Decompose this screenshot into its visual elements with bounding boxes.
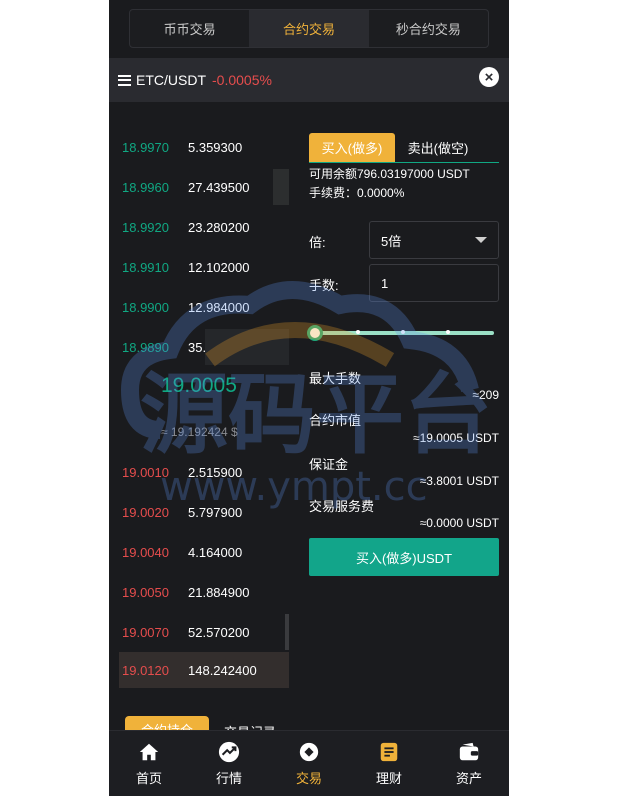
- orderbook-amount: 4.164000: [188, 544, 243, 560]
- contract-value-label: 合约市值: [309, 413, 362, 428]
- orderbook-row[interactable]: 19.0040 4.164000: [119, 534, 289, 570]
- quantity-input[interactable]: 1: [369, 264, 499, 302]
- margin-label: 保证金: [309, 457, 349, 472]
- orderbook-row[interactable]: 18.9910 12.102000: [119, 249, 289, 285]
- nav-finance[interactable]: 理财: [349, 731, 429, 796]
- max-quantity-value: ≈209: [472, 388, 499, 402]
- buy-long-button[interactable]: 买入(做多)USDT: [309, 538, 499, 576]
- document-icon: [380, 742, 398, 762]
- orderbook-price: 18.9900: [122, 299, 169, 315]
- orderbook-row[interactable]: 18.9900 12.984000: [119, 289, 289, 325]
- leverage-label: 倍:: [309, 235, 326, 250]
- orderbook-price: 18.9890: [122, 339, 169, 355]
- bottom-nav: 首页 行情 交易 理财 资产: [109, 730, 509, 796]
- nav-label: 理财: [375, 771, 402, 786]
- orderbook-amount: 12.102000: [188, 259, 250, 275]
- slider-stop[interactable]: [356, 330, 360, 334]
- tab-sell-short[interactable]: 卖出(做空): [395, 133, 481, 162]
- last-price: 19.0005: [161, 374, 237, 397]
- orderbook-row[interactable]: 19.0010 2.515900: [119, 454, 289, 490]
- orderbook-row[interactable]: 18.9960 27.439500: [119, 169, 289, 205]
- slider-stop[interactable]: [446, 330, 450, 334]
- pair-name[interactable]: ETC/USDT: [136, 72, 206, 88]
- pair-change: -0.0005%: [212, 72, 272, 88]
- orderbook-price: 18.9960: [122, 179, 169, 195]
- orderbook-amount: 5.797900: [188, 504, 243, 520]
- side-tabs: 买入(做多) 卖出(做空): [309, 133, 499, 163]
- service-fee-label: 交易服务费: [309, 499, 375, 514]
- orderbook-price: 19.0040: [122, 544, 169, 560]
- nav-home[interactable]: 首页: [109, 731, 189, 796]
- orderbook-amount: 148.242400: [188, 662, 257, 678]
- orderbook-price: 19.0050: [122, 584, 169, 600]
- orderbook-amount: 12.984000: [188, 299, 250, 315]
- orderbook-row[interactable]: 19.0050 21.884900: [119, 574, 289, 610]
- orderbook-amount: 5.359300: [188, 139, 243, 155]
- tab-spot[interactable]: 币币交易: [130, 10, 249, 47]
- orderbook-price: 19.0070: [122, 624, 169, 640]
- depth-bar: [273, 169, 289, 205]
- usd-price: ≈ 19.192424 $: [161, 425, 238, 439]
- slider-stop[interactable]: [401, 330, 405, 334]
- quantity-label: 手数:: [309, 278, 339, 293]
- orderbook-price: 18.9970: [122, 139, 169, 155]
- trend-chart-icon: [218, 741, 240, 763]
- depth-bar: [205, 329, 289, 365]
- nav-label: 资产: [455, 771, 482, 786]
- nav-market[interactable]: 行情: [189, 731, 269, 796]
- nav-assets[interactable]: 资产: [429, 731, 509, 796]
- app-screen: 币币交易 合约交易 秒合约交易 ETC/USDT -0.0005% × 18.9…: [109, 0, 509, 796]
- trade-type-tabs: 币币交易 合约交易 秒合约交易: [129, 9, 489, 48]
- close-icon[interactable]: ×: [479, 67, 499, 87]
- tab-contract[interactable]: 合约交易: [249, 10, 369, 47]
- nav-trade[interactable]: 交易: [269, 731, 349, 796]
- nav-label: 首页: [135, 771, 162, 786]
- fee-rate: 手续费：0.0000%: [309, 186, 405, 200]
- orderbook-amount: 21.884900: [188, 584, 250, 600]
- leverage-select[interactable]: 5倍: [369, 221, 499, 259]
- contract-value: ≈19.0005 USDT: [413, 431, 499, 445]
- orderbook-price: 19.0020: [122, 504, 169, 520]
- orderbook-amount: 23.280200: [188, 219, 250, 235]
- leverage-value: 5倍: [381, 233, 402, 249]
- orderbook-row[interactable]: 18.9970 5.359300: [119, 129, 289, 165]
- tab-buy-long[interactable]: 买入(做多): [309, 133, 395, 162]
- orderbook-row[interactable]: 18.9890 35.779200: [119, 329, 289, 365]
- orderbook-amount: 52.570200: [188, 624, 250, 640]
- orderbook-price: 18.9910: [122, 259, 169, 275]
- orderbook-row[interactable]: 19.0120 148.242400: [119, 652, 289, 688]
- orderbook-price: 19.0120: [122, 662, 169, 678]
- margin-value: ≈3.8001 USDT: [419, 474, 499, 488]
- trade-icon: [299, 742, 319, 762]
- pair-header: ETC/USDT -0.0005% ×: [109, 58, 509, 102]
- home-icon: [139, 743, 159, 761]
- orderbook-row[interactable]: 19.0070 52.570200: [119, 614, 289, 650]
- chevron-down-icon: [475, 237, 487, 243]
- orderbook-amount: 27.439500: [188, 179, 250, 195]
- tab-second-contract[interactable]: 秒合约交易: [369, 10, 488, 47]
- depth-bar: [285, 614, 289, 650]
- service-fee-value: ≈0.0000 USDT: [419, 516, 499, 530]
- slider-handle[interactable]: [307, 325, 323, 341]
- orderbook-price: 19.0010: [122, 464, 169, 480]
- max-quantity-label: 最大手数: [309, 371, 362, 386]
- available-balance: 可用余额796.03197000 USDT: [309, 167, 470, 181]
- orderbook-row[interactable]: 19.0020 5.797900: [119, 494, 289, 530]
- orderbook-row[interactable]: 18.9920 23.280200: [119, 209, 289, 245]
- menu-icon[interactable]: [118, 74, 131, 86]
- quantity-value: 1: [381, 275, 389, 291]
- nav-label: 交易: [295, 771, 322, 786]
- wallet-icon: [459, 742, 479, 761]
- orderbook-amount: 2.515900: [188, 464, 243, 480]
- orderbook-price: 18.9920: [122, 219, 169, 235]
- nav-label: 行情: [215, 771, 242, 786]
